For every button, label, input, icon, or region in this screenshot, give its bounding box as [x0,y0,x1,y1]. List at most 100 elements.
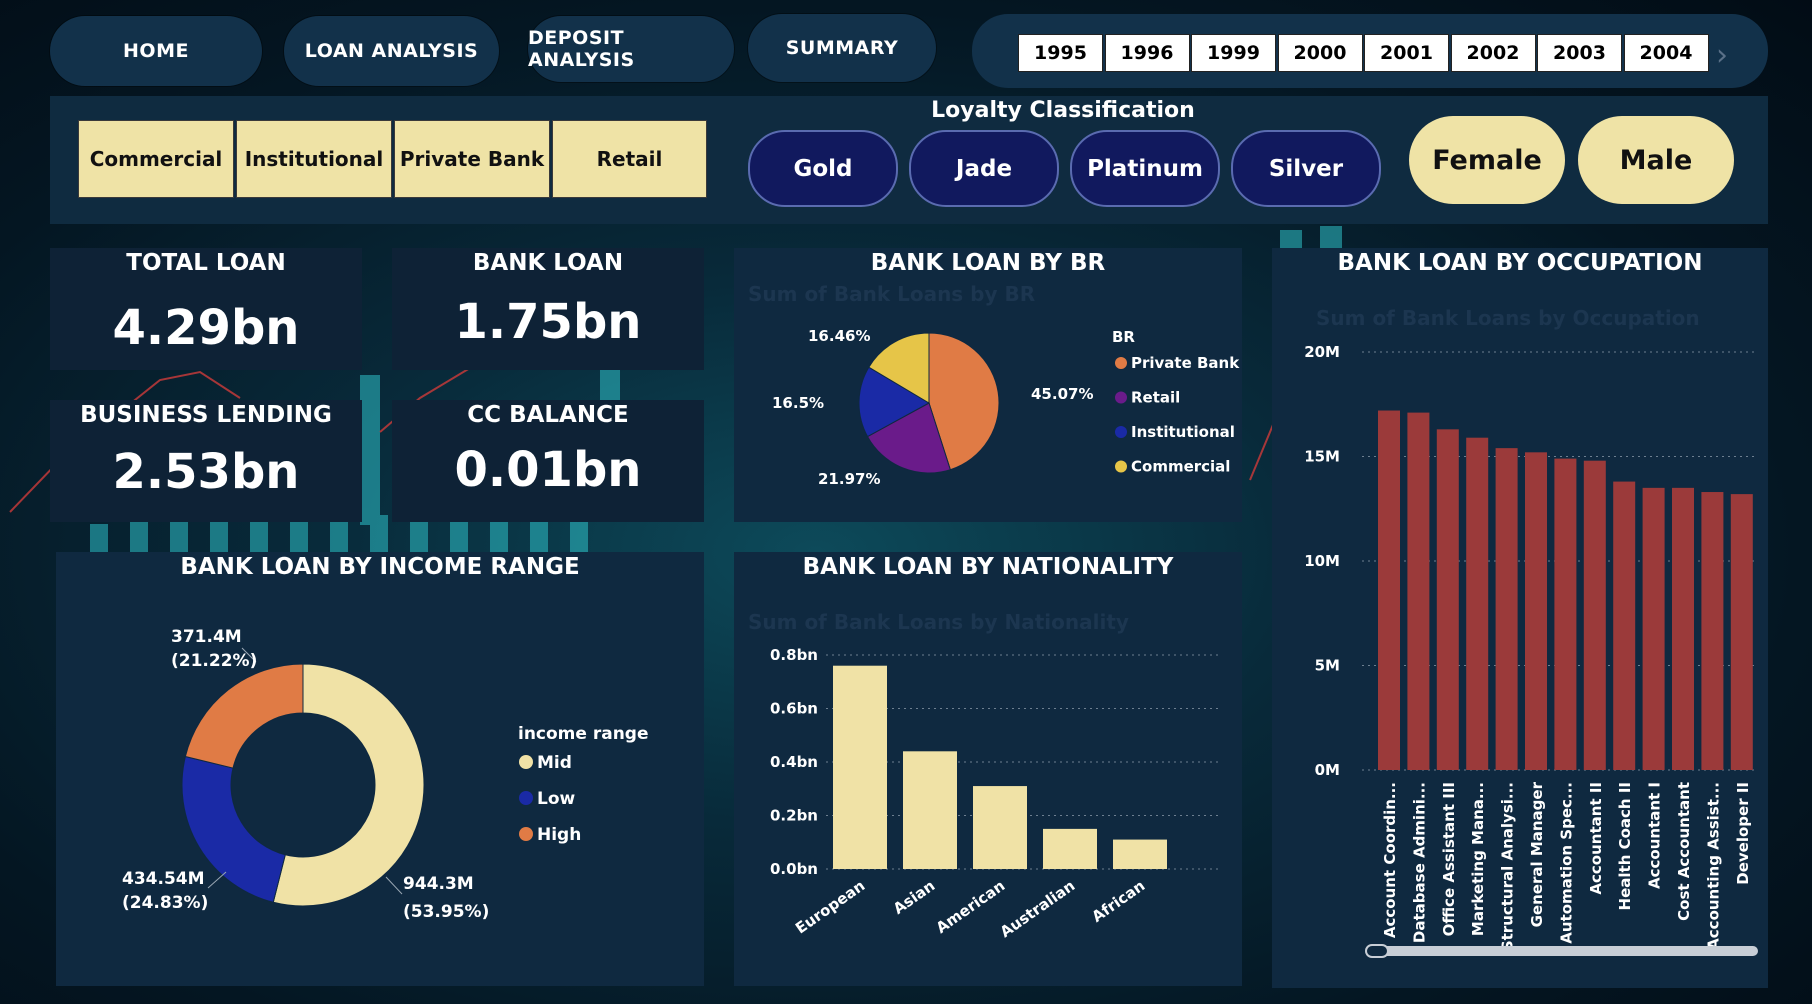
year-button-2001[interactable]: 2001 [1364,34,1449,72]
occupation-bar[interactable] [1436,429,1459,770]
income-legend-marker [519,791,533,805]
chart-bank-loan-by-occupation: BANK LOAN BY OCCUPATION Sum of Bank Loan… [1272,248,1768,988]
nav-home-button[interactable]: HOME [50,16,262,86]
occupation-x-tick-label: Database Admini... [1410,782,1428,943]
year-button-1999[interactable]: 1999 [1191,34,1276,72]
br-legend-marker [1115,391,1127,404]
nationality-y-tick-label: 0.2bn [770,807,818,825]
occupation-y-tick-label: 10M [1304,552,1340,570]
occupation-x-tick-label: Structural Analysi... [1499,782,1517,951]
occupation-bar[interactable] [1642,487,1665,770]
kpi-business-lending-card: BUSINESS LENDING 2.53bn [50,400,362,522]
nationality-y-tick-label: 0.8bn [770,646,818,664]
kpi-bank-loan-card: BANK LOAN 1.75bn [392,248,704,370]
nationality-bar-european[interactable] [833,665,887,869]
occupation-bar[interactable] [1613,481,1636,770]
br-legend-item[interactable]: Private Bank [1131,354,1240,372]
occupation-scrollbar-track[interactable] [1366,946,1758,956]
occupation-x-tick-label: Developer II [1734,782,1752,885]
kpi-cc-balance-label: CC BALANCE [467,402,629,428]
income-value-label: 371.4M [171,627,242,647]
year-button-2004[interactable]: 2004 [1623,34,1709,72]
occupation-scrollbar-handle[interactable] [1365,944,1389,958]
nationality-x-tick-label: Asian [890,877,938,918]
chevron-right-icon[interactable]: › [1716,38,1728,73]
nationality-x-tick-label: African [1089,877,1149,926]
nationality-x-tick-label: European [792,877,868,938]
income-legend-item[interactable]: High [537,825,581,845]
year-button-2002[interactable]: 2002 [1450,34,1536,72]
nav-summary-button[interactable]: SUMMARY [748,14,936,82]
occupation-bar[interactable] [1672,487,1694,770]
occupation-bar-chart[interactable]: 0M 5M 10M 15M 20M Account Coordin... Database … [1272,248,1768,988]
occupation-x-tick-label: Marketing Mana... [1469,782,1487,936]
income-legend-marker [519,827,533,841]
segment-button-retail[interactable]: Retail [552,120,707,198]
br-legend-marker [1115,357,1127,369]
occupation-bar[interactable] [1730,494,1753,770]
year-button-2003[interactable]: 2003 [1537,34,1622,72]
occupation-x-tick-label: Account Coordin... [1381,782,1399,938]
occupation-x-tick-label: Office Assistant III [1440,782,1458,936]
income-legend-title: income range [518,724,649,744]
kpi-business-lending-value: 2.53bn [112,444,300,500]
segment-button-commercial[interactable]: Commercial [78,120,234,198]
income-legend-item[interactable]: Mid [537,753,572,773]
loyalty-button-jade[interactable]: Jade [909,130,1059,207]
chart-bank-loan-by-br: BANK LOAN BY BR Sum of Bank Loans by BR … [734,248,1242,522]
year-button-1996[interactable]: 1996 [1104,34,1190,72]
occupation-x-tick-label: Health Coach II [1616,782,1634,910]
nationality-bar-asian[interactable] [903,751,957,869]
occupation-y-tick-label: 0M [1315,761,1340,779]
br-legend-item[interactable]: Commercial [1131,458,1230,476]
occupation-bar[interactable] [1525,452,1547,770]
gender-button-male[interactable]: Male [1578,116,1734,204]
occupation-bar[interactable] [1495,448,1518,770]
nationality-bar-australian[interactable] [1043,828,1097,869]
nav-deposit-analysis-button[interactable]: DEPOSIT ANALYSIS [528,16,734,82]
occupation-y-tick-label: 15M [1304,448,1340,466]
nationality-bar-african[interactable] [1113,839,1167,869]
kpi-total-loan-card: TOTAL LOAN 4.29bn [50,248,362,370]
loyalty-button-silver[interactable]: Silver [1231,130,1381,207]
nationality-bar-chart[interactable]: 0.0bn0.2bn0.4bn0.6bn0.8bnEuropean AsianAm… [734,552,1242,986]
br-pie-data-label: 45.07% [1031,385,1093,403]
income-percent-label: (53.95%) [403,902,489,922]
segment-button-institutional[interactable]: Institutional [236,120,392,198]
br-legend-title: BR [1112,328,1135,346]
segment-button-private-bank[interactable]: Private Bank [394,120,550,198]
income-leader-line [385,876,403,895]
loyalty-button-platinum[interactable]: Platinum [1070,130,1220,207]
chart-bank-loan-by-income-range: BANK LOAN BY INCOME RANGE 944.3M (53.95%)… [56,552,704,986]
br-legend-marker [1115,460,1127,473]
occupation-bar[interactable] [1466,437,1489,770]
year-button-1995[interactable]: 1995 [1018,34,1103,72]
nationality-y-tick-label: 0.0bn [770,860,818,878]
income-value-label: 944.3M [403,874,474,894]
income-donut-chart[interactable]: 944.3M (53.95%) 434.54M (24.83%) 371.4M (21.2… [56,552,704,986]
kpi-cc-balance-value: 0.01bn [454,442,642,498]
income-percent-label: (24.83%) [122,893,208,913]
income-donut-slice-high[interactable] [184,663,304,769]
occupation-bar[interactable] [1701,492,1724,770]
nationality-y-tick-label: 0.6bn [770,700,818,718]
occupation-bar[interactable] [1407,412,1430,770]
year-button-2000[interactable]: 2000 [1277,34,1363,72]
occupation-x-tick-label: Accountant II [1587,782,1605,895]
br-pie-data-label: 16.46% [808,327,870,345]
br-legend-item[interactable]: Retail [1131,389,1180,407]
loyalty-classification-title: Loyalty Classification [931,98,1195,123]
br-pie-chart[interactable]: 45.07% 21.97% 16.5% 16.46% BR Private Bank Ret… [734,248,1242,522]
occupation-bar[interactable] [1378,410,1400,770]
income-leader-line [207,871,227,889]
kpi-total-loan-label: TOTAL LOAN [126,250,286,276]
nav-loan-analysis-button[interactable]: LOAN ANALYSIS [284,16,499,86]
gender-button-female[interactable]: Female [1409,116,1565,204]
kpi-bank-loan-value: 1.75bn [454,294,642,350]
occupation-bar[interactable] [1554,458,1577,770]
br-legend-item[interactable]: Institutional [1131,423,1235,441]
nationality-bar-american[interactable] [973,786,1027,869]
occupation-bar[interactable] [1583,460,1606,770]
income-legend-item[interactable]: Low [537,789,576,809]
loyalty-button-gold[interactable]: Gold [748,130,898,207]
